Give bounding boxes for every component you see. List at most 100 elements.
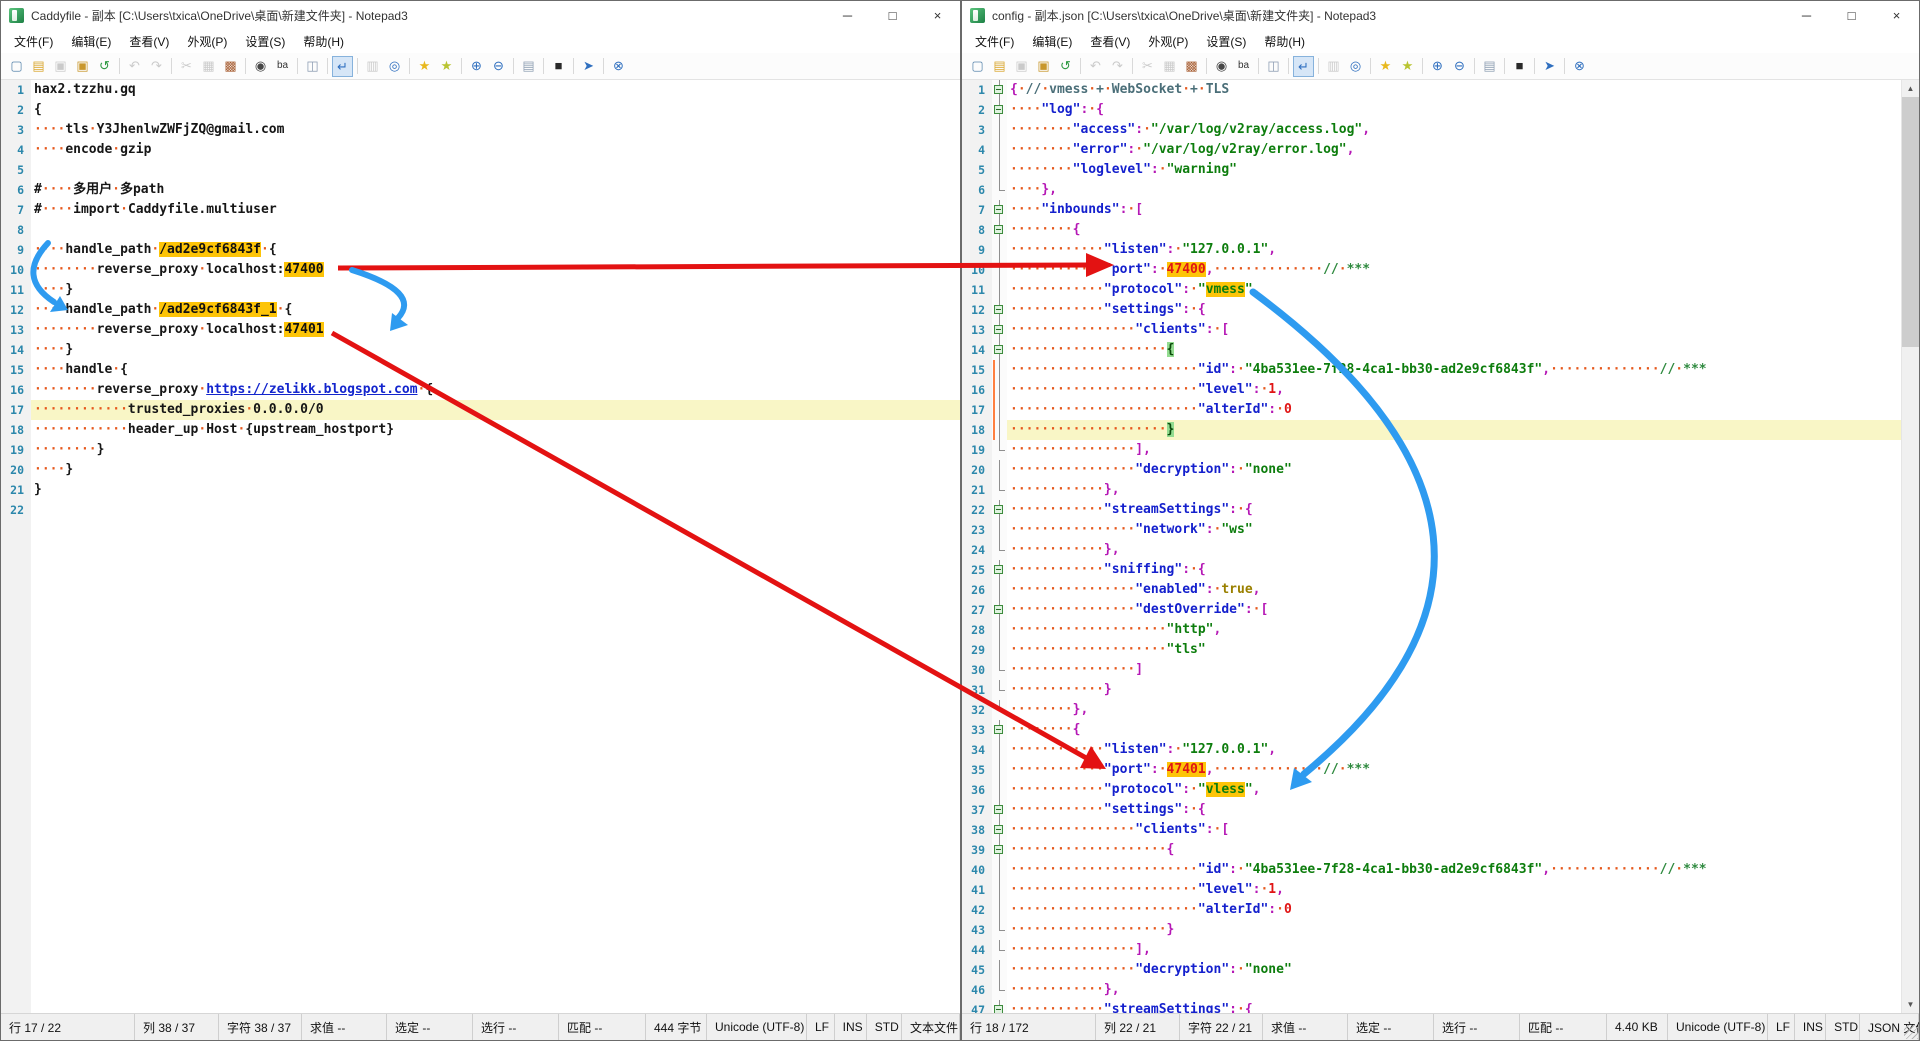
cut-icon[interactable]: ✂ [176,56,197,77]
code-line-7[interactable]: 7····"inbounds":·[ [962,200,1902,220]
revert-file-icon[interactable]: ↺ [1055,56,1076,77]
new-file-icon[interactable]: ▢ [967,56,988,77]
cut-icon[interactable]: ✂ [1137,56,1158,77]
code-line-10[interactable]: 10············"port":·47400,············… [962,260,1902,280]
encoding-icon[interactable]: ◎ [1345,56,1366,77]
copy-move-icon[interactable]: ▥ [362,56,383,77]
menu-file[interactable]: 文件(F) [966,30,1023,53]
code-line-43[interactable]: 43····················} [962,920,1902,940]
pin-window-icon[interactable]: ➤ [578,56,599,77]
code-line-12[interactable]: 12····handle_path·/ad2e9cf6843f_1·{ [1,300,960,320]
code-line-15[interactable]: 15····handle·{ [1,360,960,380]
code-line-47[interactable]: 47············"streamSettings":·{ [962,1000,1902,1013]
pin-window-icon[interactable]: ➤ [1539,56,1560,77]
fold-marker-icon[interactable] [992,720,1007,740]
status-encoding[interactable]: Unicode (UTF-8) [1668,1014,1768,1040]
maximize-button[interactable]: □ [870,1,915,29]
fold-marker-icon[interactable] [992,320,1007,340]
code-line-11[interactable]: 11····} [1,280,960,300]
code-line-3[interactable]: 3········"access":·"/var/log/v2ray/acces… [962,120,1902,140]
code-line-13[interactable]: 13········reverse_proxy·localhost:47401 [1,320,960,340]
status-eol-mode[interactable]: LF [1768,1014,1795,1040]
code-line-30[interactable]: 30················] [962,660,1902,680]
code-line-25[interactable]: 25············"sniffing":·{ [962,560,1902,580]
code-line-20[interactable]: 20················"decryption":·"none" [962,460,1902,480]
titlebar[interactable]: config - 副本.json [C:\Users\txica\OneDriv… [962,1,1919,29]
code-line-34[interactable]: 34············"listen":·"127.0.0.1", [962,740,1902,760]
code-line-5[interactable]: 5 [1,160,960,180]
new-file-icon[interactable]: ▢ [6,56,27,77]
fold-marker-icon[interactable] [992,560,1007,580]
maximize-button[interactable]: □ [1829,1,1874,29]
zoom-in-icon[interactable]: ⊕ [1427,56,1448,77]
save-as-icon[interactable]: ▣ [1033,56,1054,77]
code-line-16[interactable]: 16········reverse_proxy·https://zelikk.b… [1,380,960,400]
code-line-18[interactable]: 18············header_up·Host·{upstream_h… [1,420,960,440]
status-std-mode[interactable]: STD [1826,1014,1860,1040]
close-file-icon[interactable]: ⊗ [608,56,629,77]
copy-move-icon[interactable]: ▥ [1323,56,1344,77]
code-line-3[interactable]: 3····tls·Y3JhenlwZWFjZQ@gmail.com [1,120,960,140]
menu-file[interactable]: 文件(F) [5,30,62,53]
fold-marker-icon[interactable] [992,80,1007,100]
menu-help[interactable]: 帮助(H) [1255,30,1314,53]
zoom-box-icon[interactable]: ◫ [1263,56,1284,77]
zoom-out-icon[interactable]: ⊖ [488,56,509,77]
code-line-12[interactable]: 12············"settings":·{ [962,300,1902,320]
code-line-42[interactable]: 42························"alterId":·0 [962,900,1902,920]
fold-marker-icon[interactable] [992,1000,1007,1013]
code-line-45[interactable]: 45················"decryption":·"none" [962,960,1902,980]
word-wrap-icon[interactable]: ↵ [332,56,353,77]
code-line-4[interactable]: 4····encode·gzip [1,140,960,160]
code-line-17[interactable]: 17························"alterId":·0 [962,400,1902,420]
menu-settings[interactable]: 设置(S) [1197,30,1255,53]
code-line-24[interactable]: 24············}, [962,540,1902,560]
add-favorite-icon[interactable]: ★ [436,56,457,77]
fold-marker-icon[interactable] [992,100,1007,120]
code-line-29[interactable]: 29····················"tls" [962,640,1902,660]
status-encoding[interactable]: Unicode (UTF-8) [707,1014,807,1040]
code-line-36[interactable]: 36············"protocol":·"vless", [962,780,1902,800]
vertical-scrollbar[interactable]: ▲ ▼ [1901,80,1919,1013]
find-icon[interactable]: ◉ [1211,56,1232,77]
resize-grip[interactable] [1904,1025,1918,1039]
code-line-9[interactable]: 9············"listen":·"127.0.0.1", [962,240,1902,260]
undo-icon[interactable]: ↶ [1085,56,1106,77]
scroll-up-arrow-icon[interactable]: ▲ [1902,80,1919,97]
menu-appearance[interactable]: 外观(P) [1139,30,1197,53]
code-line-17[interactable]: 17············trusted_proxies·0.0.0.0/0 [1,400,960,420]
fold-marker-icon[interactable] [992,220,1007,240]
status-std-mode[interactable]: STD [867,1014,902,1040]
scroll-down-arrow-icon[interactable]: ▼ [1902,996,1919,1013]
code-line-1[interactable]: 1hax2.tzzhu.gq [1,80,960,100]
status-file-type[interactable]: 文本文件 [902,1014,960,1040]
code-line-6[interactable]: 6····}, [962,180,1902,200]
code-line-1[interactable]: 1{·//·vmess·+·WebSocket·+·TLS [962,80,1902,100]
close-file-icon[interactable]: ⊗ [1569,56,1590,77]
zoom-box-icon[interactable]: ◫ [302,56,323,77]
run-console-icon[interactable]: ■ [548,56,569,77]
code-line-39[interactable]: 39····················{ [962,840,1902,860]
code-line-33[interactable]: 33········{ [962,720,1902,740]
menu-view[interactable]: 查看(V) [1081,30,1139,53]
undo-icon[interactable]: ↶ [124,56,145,77]
fold-marker-icon[interactable] [992,840,1007,860]
open-file-icon[interactable]: ▤ [28,56,49,77]
close-button[interactable]: × [1874,1,1919,29]
fold-marker-icon[interactable] [992,600,1007,620]
code-line-19[interactable]: 19········} [1,440,960,460]
copy-icon[interactable]: ▦ [198,56,219,77]
save-as-icon[interactable]: ▣ [72,56,93,77]
code-line-4[interactable]: 4········"error":·"/var/log/v2ray/error.… [962,140,1902,160]
code-line-31[interactable]: 31············} [962,680,1902,700]
code-line-14[interactable]: 14····} [1,340,960,360]
add-favorite-icon[interactable]: ★ [1397,56,1418,77]
code-line-10[interactable]: 10········reverse_proxy·localhost:47400 [1,260,960,280]
status-insert-mode[interactable]: INS [835,1014,867,1040]
redo-icon[interactable]: ↷ [146,56,167,77]
code-line-37[interactable]: 37············"settings":·{ [962,800,1902,820]
save-file-icon[interactable]: ▣ [1011,56,1032,77]
code-line-35[interactable]: 35············"port":·47401,············… [962,760,1902,780]
zoom-out-icon[interactable]: ⊖ [1449,56,1470,77]
code-line-26[interactable]: 26················"enabled":·true, [962,580,1902,600]
